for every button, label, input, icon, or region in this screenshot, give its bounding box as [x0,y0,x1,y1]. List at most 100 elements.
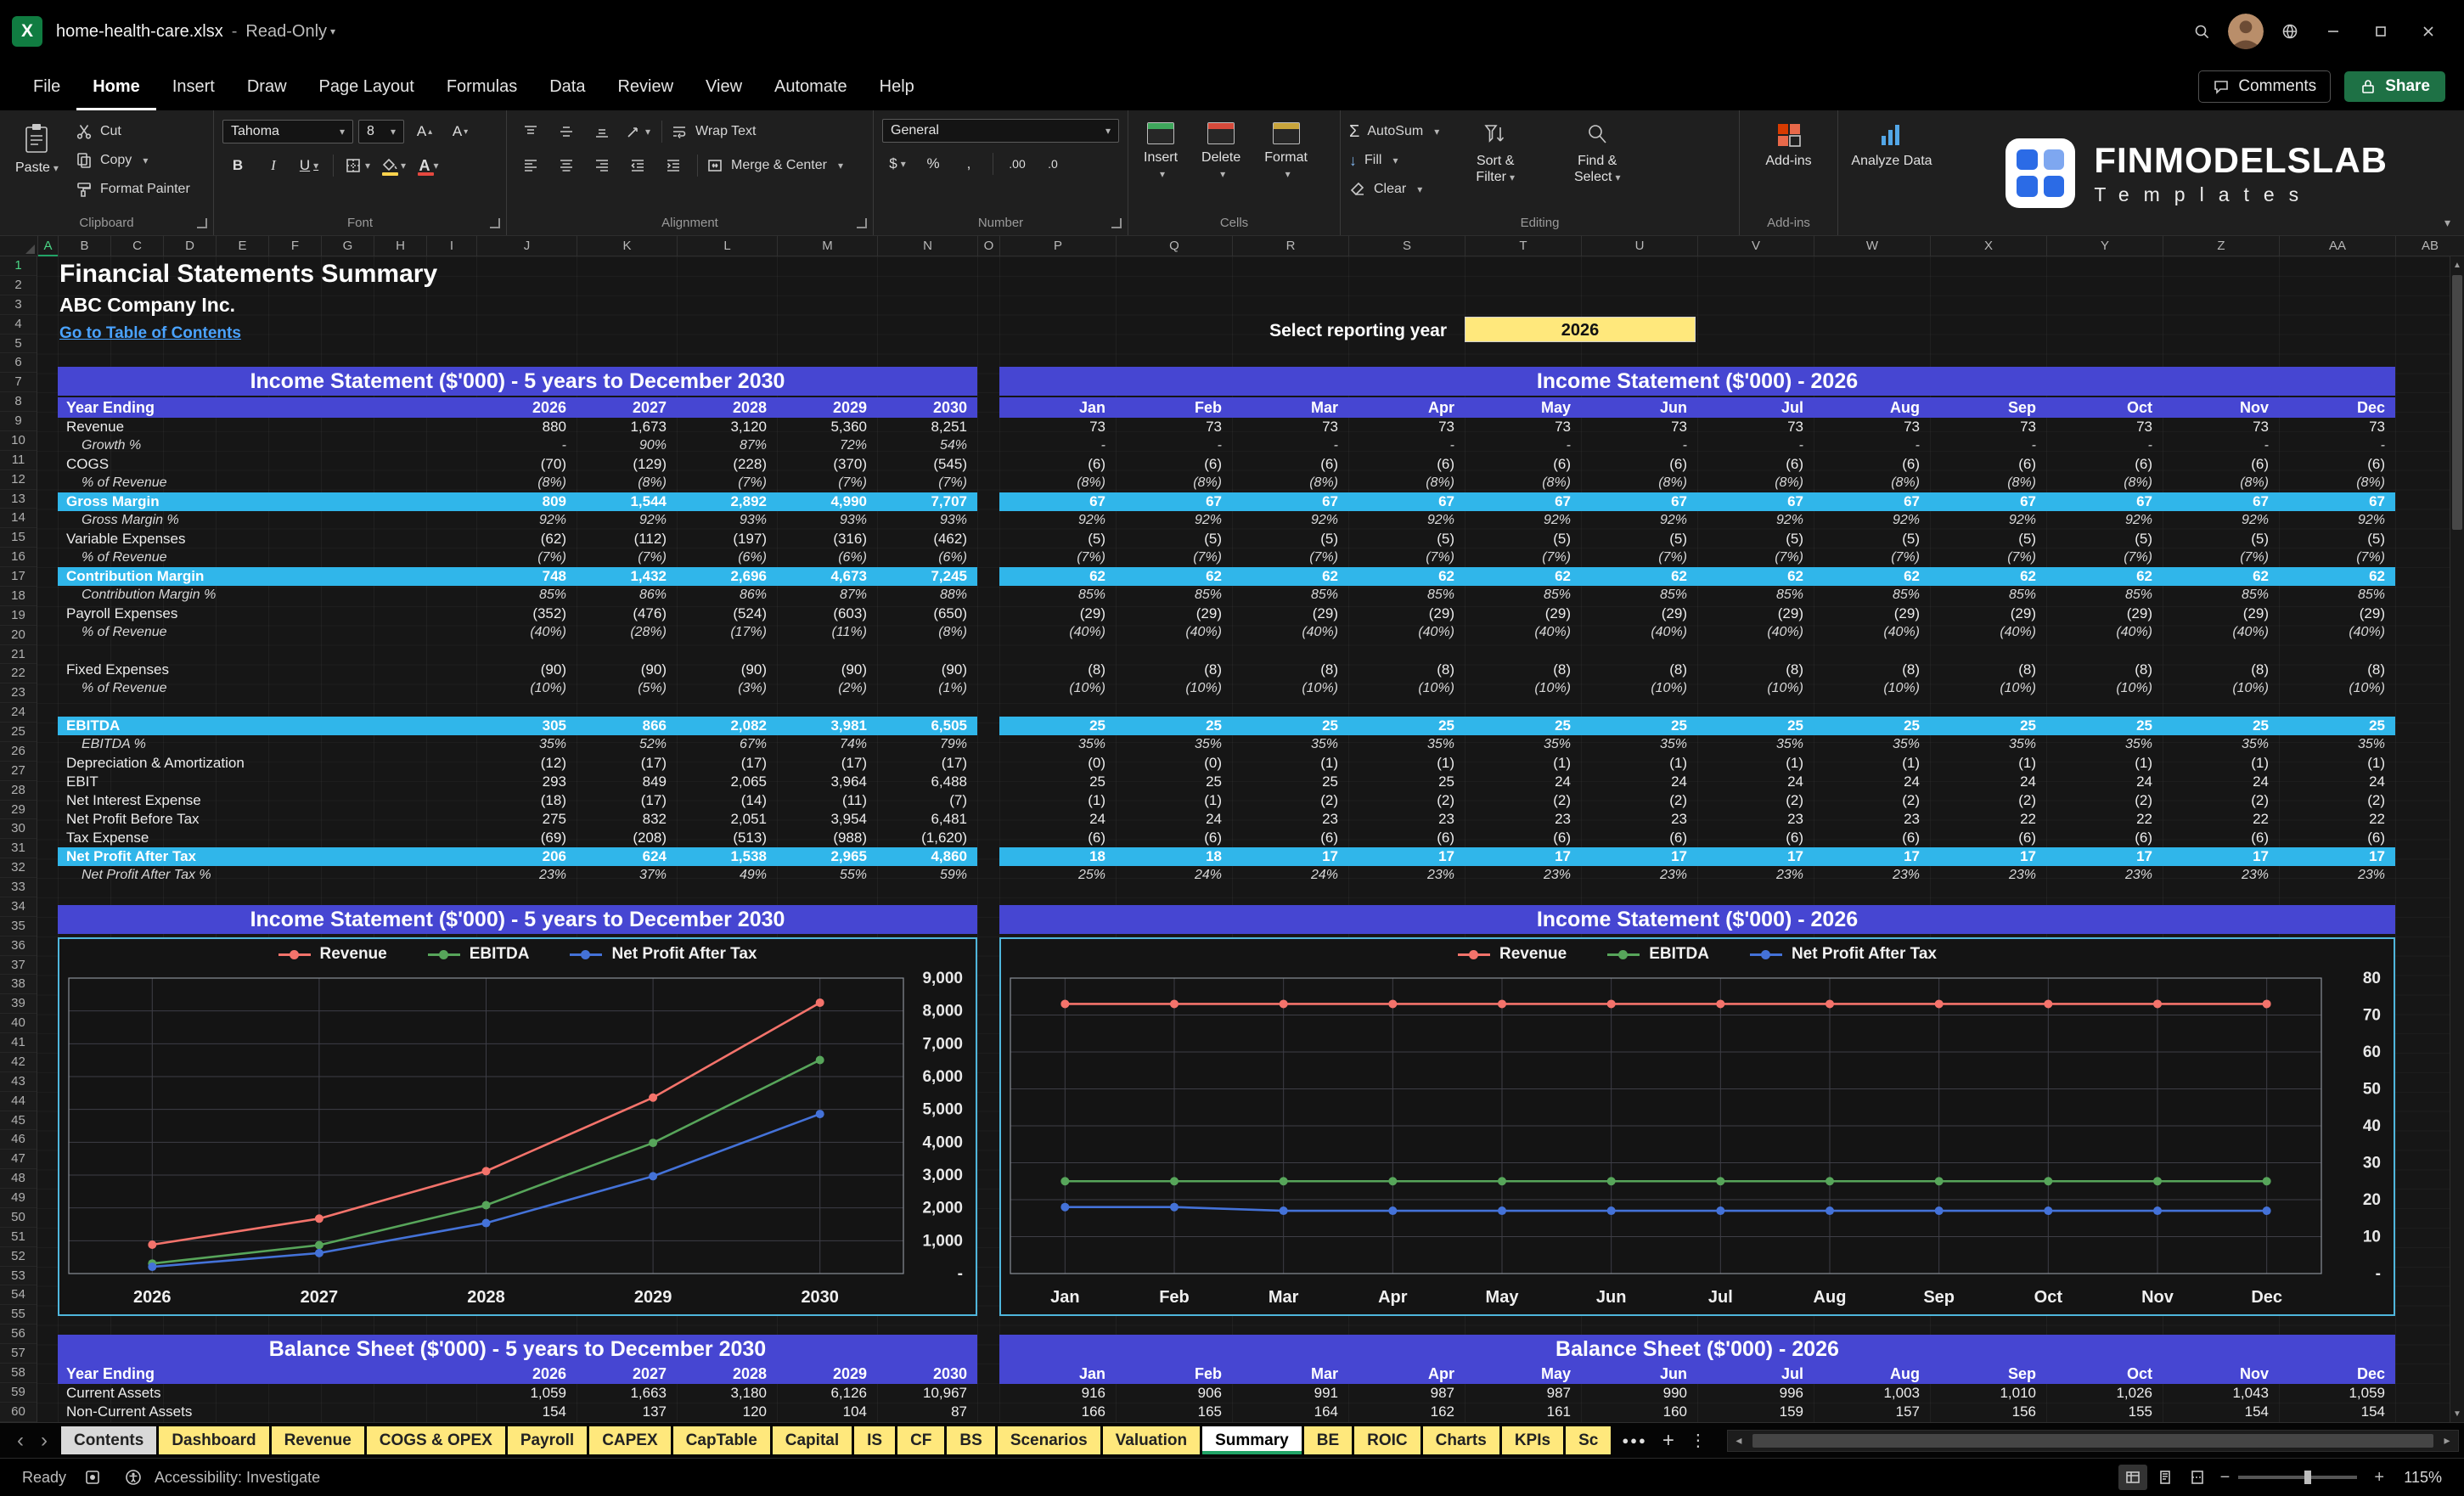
cell[interactable]: 17 [1232,847,1348,866]
cell[interactable] [1232,642,1348,661]
cell[interactable]: (40%) [1581,623,1697,642]
cell[interactable] [677,698,777,717]
cell[interactable] [476,698,577,717]
row-number-33[interactable]: 33 [0,878,37,897]
cell[interactable]: - [1697,436,1814,455]
cell[interactable]: (1) [1348,754,1465,773]
decrease-indent-icon[interactable] [622,153,653,178]
cell[interactable]: 6,488 [877,773,977,791]
cell[interactable]: 25 [2279,717,2395,735]
cell[interactable]: (7%) [1465,548,1581,567]
cell[interactable]: (8%) [999,474,1116,492]
cell[interactable]: 93% [677,511,777,530]
cell[interactable]: 73 [1465,418,1581,436]
cell[interactable]: (10%) [1697,679,1814,698]
cell[interactable] [2163,698,2279,717]
menu-draw[interactable]: Draw [231,63,303,110]
cell[interactable]: 23% [2163,866,2279,885]
cell[interactable]: (1) [1465,754,1581,773]
column-header-Q[interactable]: Q [1117,236,1233,256]
row-label[interactable]: COGS [58,455,476,474]
cell[interactable]: 25 [2046,717,2163,735]
column-header-R[interactable]: R [1233,236,1349,256]
cell[interactable]: 62 [1116,567,1232,586]
cell[interactable]: 73 [2163,418,2279,436]
cell[interactable]: 85% [1930,586,2046,605]
cell[interactable]: (5) [1465,530,1581,548]
cell[interactable]: 22 [2046,810,2163,829]
cell[interactable]: 35% [2279,735,2395,754]
search-icon[interactable] [2182,12,2221,51]
row-label[interactable]: Gross Margin [58,492,476,511]
row-label[interactable]: Contribution Margin [58,567,476,586]
cell[interactable]: (40%) [1116,623,1232,642]
cell[interactable]: - [2279,436,2395,455]
row-number-7[interactable]: 7 [0,373,37,393]
cell[interactable]: 35% [1581,735,1697,754]
sheet-tab-kpis[interactable]: KPIs [1501,1426,1564,1454]
cell[interactable]: 86% [677,586,777,605]
cell[interactable]: 987 [1465,1384,1581,1403]
row-label[interactable]: Revenue [58,418,476,436]
menu-home[interactable]: Home [76,63,156,110]
cell[interactable]: (8%) [2046,474,2163,492]
table-header-cell[interactable]: Aug [1814,397,1930,418]
cell[interactable]: 156 [1930,1403,2046,1421]
cell[interactable]: 24 [999,810,1116,829]
cell[interactable]: (5) [1697,530,1814,548]
cell[interactable]: 92% [1814,511,1930,530]
column-header-O[interactable]: O [978,236,1000,256]
cell[interactable]: 86% [577,586,677,605]
table-header-cell[interactable]: Jan [999,1364,1116,1384]
cell[interactable]: (18) [476,791,577,810]
cell[interactable]: (11%) [777,623,877,642]
cell[interactable]: (2) [1348,791,1465,810]
menu-insert[interactable]: Insert [156,63,231,110]
row-label[interactable] [58,698,476,717]
table-header-cell[interactable]: 2030 [877,397,977,418]
row-number-10[interactable]: 10 [0,431,37,451]
cell[interactable]: (29) [2279,605,2395,623]
cell[interactable]: 67 [2046,492,2163,511]
cell[interactable]: 25 [1930,717,2046,735]
cell[interactable]: - [1930,436,2046,455]
cell[interactable] [1232,698,1348,717]
cell[interactable]: 73 [2279,418,2395,436]
minimize-button[interactable] [2309,8,2357,55]
sheet-tab-capex[interactable]: CAPEX [589,1426,671,1454]
cell[interactable]: (5) [2046,530,2163,548]
cell[interactable]: 85% [2279,586,2395,605]
tab-overflow-button[interactable]: ●●● [1622,1434,1647,1447]
cell[interactable]: 35% [1465,735,1581,754]
cell[interactable]: (462) [877,530,977,548]
cell[interactable]: 25 [1232,717,1348,735]
row-number-23[interactable]: 23 [0,683,37,704]
cell[interactable]: (40%) [2279,623,2395,642]
cell[interactable]: (90) [476,661,577,679]
cell[interactable]: (6) [1814,455,1930,474]
cell[interactable]: (6) [1697,455,1814,474]
tab-nav-right-icon[interactable]: › [32,1426,56,1455]
row-number-32[interactable]: 32 [0,858,37,878]
cell[interactable]: 24 [1581,773,1697,791]
cell[interactable]: 8,251 [877,418,977,436]
cell[interactable]: (10%) [2046,679,2163,698]
cell[interactable]: 85% [1814,586,1930,605]
row-number-35[interactable]: 35 [0,917,37,936]
cell[interactable] [2279,698,2395,717]
cell[interactable]: 24% [1116,866,1232,885]
cell[interactable]: (5) [1232,530,1348,548]
table-header-cell[interactable]: Jul [1697,1364,1814,1384]
cell[interactable] [677,642,777,661]
cell[interactable] [1930,698,2046,717]
cell[interactable]: (6) [2279,455,2395,474]
cell[interactable]: 165 [1116,1403,1232,1421]
cell[interactable]: (228) [677,455,777,474]
cell[interactable]: 85% [1465,586,1581,605]
cell[interactable]: 22 [2279,810,2395,829]
cell[interactable]: (40%) [2163,623,2279,642]
decrease-decimal-icon[interactable]: .0 [1038,151,1068,177]
cell[interactable]: 62 [2279,567,2395,586]
row-number-21[interactable]: 21 [0,645,37,665]
cell[interactable]: (40%) [1697,623,1814,642]
